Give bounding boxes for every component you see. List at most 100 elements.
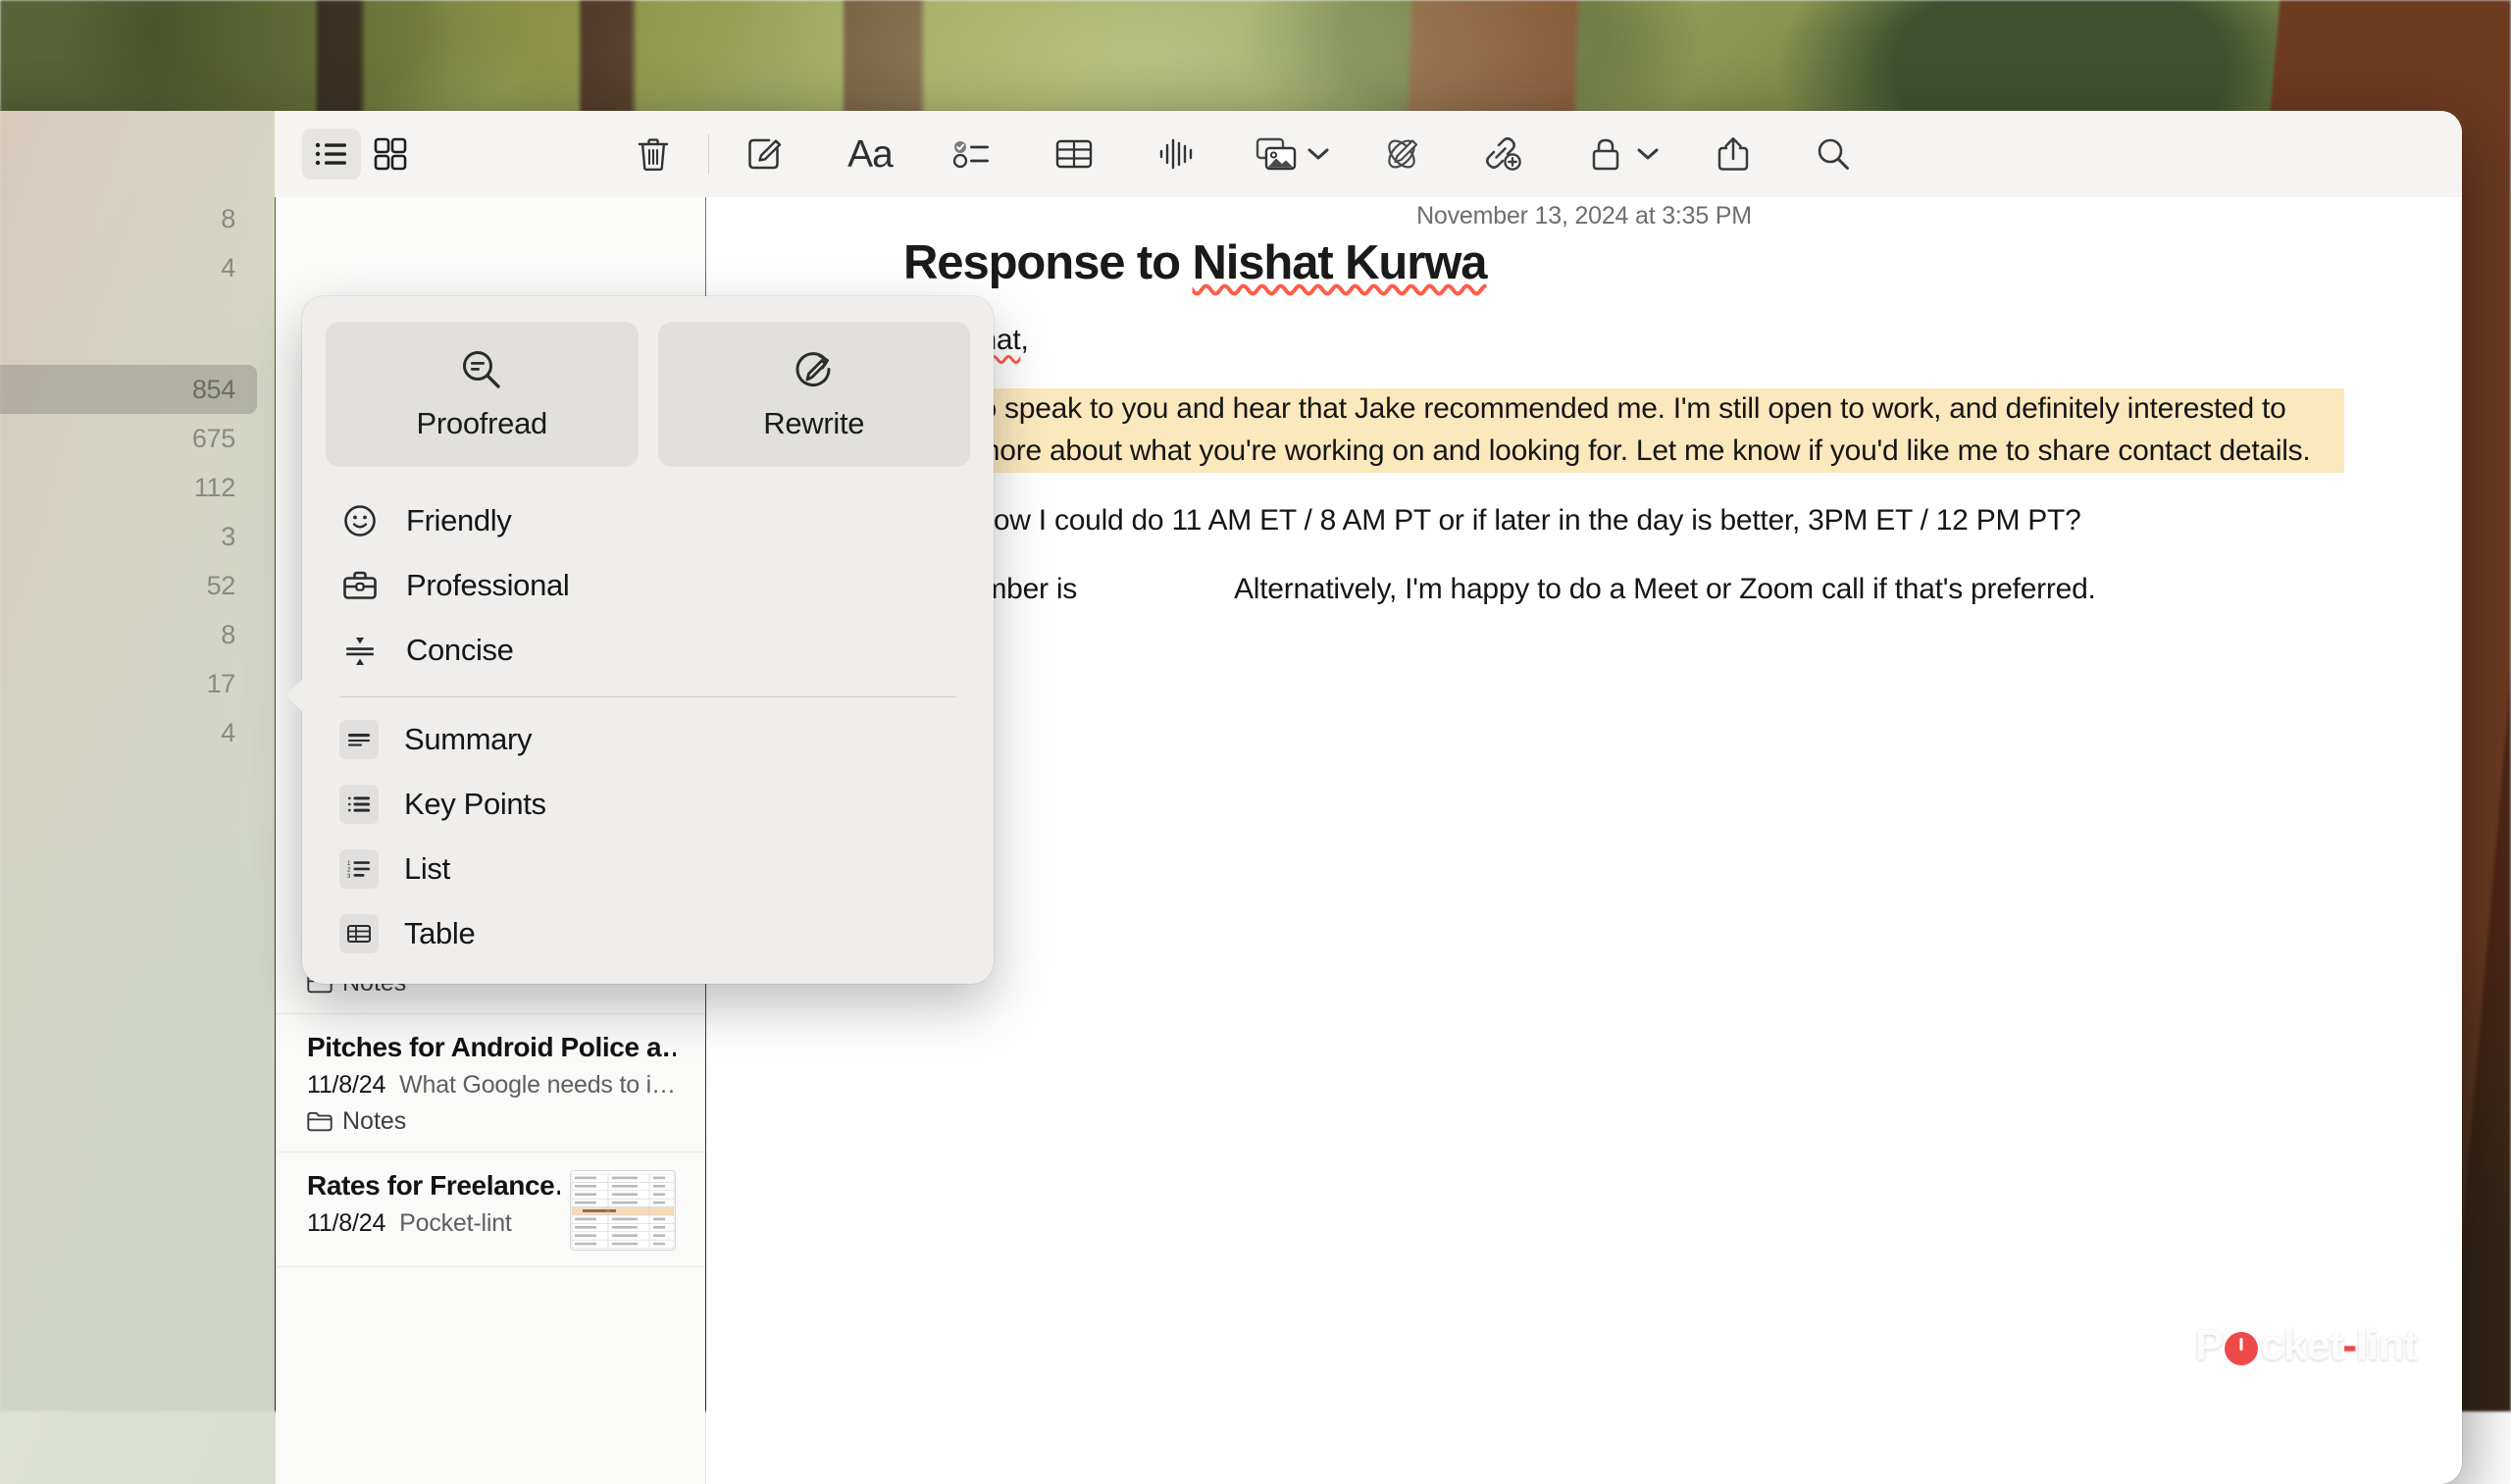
note-content[interactable]: Response to Nishat Kurwa Hi Nishat, Glad…: [903, 236, 2344, 639]
lock-note-button[interactable]: [1576, 128, 1635, 179]
list-view-button[interactable]: [302, 128, 361, 179]
sidebar-item-fitness-journal[interactable]: Fitness Journal 3: [0, 512, 257, 561]
transform-option-table[interactable]: Table: [326, 901, 970, 966]
tone-professional-label: Professional: [406, 568, 569, 603]
key-points-icon: [339, 785, 379, 824]
transform-option-summary[interactable]: Summary: [326, 707, 970, 772]
audio-recording-button[interactable]: [1147, 128, 1205, 179]
lock-icon: [1590, 136, 1621, 172]
sidebar-item-label: Shared: [0, 252, 207, 283]
sidebar-item-count: 854: [192, 375, 235, 405]
sidebar-item-label: Just Absolutely G…: [0, 570, 193, 601]
table-button[interactable]: [1045, 128, 1103, 179]
note-thumbnail-image: [571, 1171, 675, 1250]
note-title-heading: Response to Nishat Kurwa: [903, 236, 2344, 290]
tone-option-professional[interactable]: Professional: [326, 553, 970, 618]
note-list-item[interactable]: Pitches for Android Police a…11/8/24What…: [276, 1014, 705, 1152]
search-icon: [1816, 136, 1851, 172]
sidebar-item-tv-notes[interactable]: TV Notes17: [0, 659, 257, 708]
sidebar-item-count: 3: [221, 522, 235, 552]
share-button[interactable]: [1704, 128, 1763, 179]
rewrite-label: Rewrite: [763, 406, 864, 441]
sidebar-item-label: VR THING: [0, 717, 207, 748]
popover-tail: [285, 679, 303, 712]
format-button[interactable]: Aa: [841, 128, 899, 179]
proofread-button[interactable]: Proofread: [326, 322, 639, 467]
toolbar-divider: [708, 134, 709, 174]
sidebar-item-le[interactable]: le: [0, 757, 257, 806]
sidebar-item-count: 8: [221, 620, 235, 650]
sidebar-item-count: 8: [221, 204, 235, 234]
note-item-date: 11/8/24: [307, 1071, 385, 1099]
greeting-comma: ,: [1020, 324, 1028, 356]
search-button[interactable]: [1804, 128, 1863, 179]
paragraph-contact-after: Alternatively, I'm happy to do a Meet or…: [1234, 573, 2096, 605]
note-item-folder: Notes: [307, 1107, 676, 1136]
sidebar-gap: [0, 292, 275, 326]
sidebar-item-all-icloud[interactable]: All iCloud854: [0, 365, 257, 414]
sidebar-item-label: Quick Notes: [0, 203, 207, 234]
media-photos-icon: [1256, 137, 1297, 171]
sidebar-item-notes[interactable]: Notes675: [0, 414, 257, 463]
writing-tools-popover: Proofread Rewrite: [302, 296, 994, 984]
table-icon: [1055, 138, 1093, 170]
writing-tools-divider: [339, 696, 956, 697]
tone-concise-label: Concise: [406, 633, 514, 668]
sidebar-item-label: le: [0, 815, 235, 846]
sidebar-item-count: 4: [221, 718, 235, 748]
compose-icon: [745, 135, 783, 173]
waveform-icon: [1157, 136, 1195, 172]
sidebar-item-count: 17: [207, 669, 235, 699]
tone-friendly-label: Friendly: [406, 503, 511, 538]
tone-option-friendly[interactable]: Friendly: [326, 488, 970, 553]
sidebar-item-le[interactable]: le: [0, 806, 257, 855]
note-item-date: 11/8/24: [307, 1209, 385, 1237]
tone-option-concise[interactable]: Concise: [326, 618, 970, 683]
smiley-face-icon: [339, 504, 381, 537]
highlighted-paragraph-text: Glad to speak to you and hear that Jake …: [903, 390, 2311, 469]
delete-note-button[interactable]: [624, 128, 683, 179]
note-title-misspelled: Nishat Kurwa: [1192, 236, 1486, 289]
note-item-preview: Pocket-lint: [399, 1209, 512, 1237]
media-button[interactable]: [1247, 128, 1306, 179]
paragraph-contact: My number isAlternatively, I'm happy to …: [903, 569, 2344, 611]
sidebar-item-vr-thing[interactable]: VR THING 4: [0, 708, 257, 757]
note-list-item[interactable]: Rates for Freelance…11/8/24Pocket-lint: [276, 1152, 705, 1267]
checklist-button[interactable]: [943, 128, 1001, 179]
svg-text:3: 3: [347, 874, 351, 880]
gallery-view-icon: [374, 137, 407, 171]
table-grid-icon: [339, 914, 379, 953]
sidebar-item-count: 4: [221, 253, 235, 283]
checklist-icon: [953, 139, 991, 169]
briefcase-icon: [339, 570, 381, 601]
gallery-view-button[interactable]: [361, 128, 420, 179]
transform-option-list[interactable]: 1 2 3 List: [326, 837, 970, 901]
media-dropdown-chevron[interactable]: [1306, 128, 1331, 179]
sidebar-item-label: Daily List: [0, 472, 180, 503]
writing-tools-primary-actions: Proofread Rewrite: [326, 322, 970, 467]
sidebar-item-count: 52: [207, 571, 235, 601]
sidebar-item-shared[interactable]: Shared 4: [0, 243, 257, 292]
sidebar-item-label: Fitness Journal: [0, 521, 207, 552]
sidebar-item-label: Thesis Notes: [0, 619, 207, 650]
lock-dropdown-chevron[interactable]: [1635, 128, 1661, 179]
note-item-title: Pitches for Android Police a…: [307, 1032, 676, 1063]
sidebar-item-label: Notes: [0, 423, 179, 454]
link-plus-icon: [1482, 136, 1521, 172]
sidebar-item-thesis-notes[interactable]: Thesis Notes 8: [0, 610, 257, 659]
sidebar-item-quick-notes[interactable]: Quick Notes 8: [0, 194, 257, 243]
transform-summary-label: Summary: [404, 722, 532, 757]
note-item-text: Rates for Freelance…11/8/24Pocket-lint: [307, 1170, 560, 1246]
transform-table-label: Table: [404, 916, 475, 951]
add-link-button[interactable]: [1472, 128, 1531, 179]
chevron-down-icon: [1637, 147, 1659, 161]
compose-note-button[interactable]: [735, 128, 794, 179]
sidebar-item-daily-list[interactable]: Daily List112: [0, 463, 257, 512]
sidebar-item-just-absolutely-g[interactable]: Just Absolutely G… 52: [0, 561, 257, 610]
writing-tools-button[interactable]: [1372, 128, 1431, 179]
transform-option-key-points[interactable]: Key Points: [326, 772, 970, 837]
sidebar-section-header: d: [0, 326, 275, 365]
rewrite-button[interactable]: Rewrite: [658, 322, 971, 467]
note-greeting: Hi Nishat,: [903, 320, 2344, 362]
note-title-text: Response to: [903, 236, 1192, 289]
